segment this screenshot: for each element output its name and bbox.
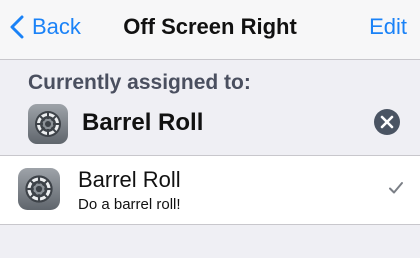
assigned-action-row: Barrel Roll bbox=[0, 100, 420, 150]
clear-icon[interactable] bbox=[373, 108, 401, 136]
assigned-action-name: Barrel Roll bbox=[82, 109, 204, 136]
settings-gear-icon bbox=[28, 104, 68, 144]
edit-button[interactable]: Edit bbox=[369, 12, 407, 42]
navigation-bar: Back Off Screen Right Edit bbox=[0, 0, 420, 60]
checkmark-icon bbox=[389, 182, 403, 194]
section-title: Currently assigned to: bbox=[28, 71, 251, 94]
list-item-title: Barrel Roll bbox=[78, 167, 181, 192]
page-title: Off Screen Right bbox=[123, 14, 297, 39]
assignment-section: Currently assigned to: Barrel Roll bbox=[0, 60, 420, 155]
settings-gear-icon bbox=[18, 168, 60, 210]
list-item-subtitle: Do a barrel roll! bbox=[78, 196, 181, 213]
list-item[interactable]: Barrel Roll Do a barrel roll! bbox=[0, 155, 420, 225]
